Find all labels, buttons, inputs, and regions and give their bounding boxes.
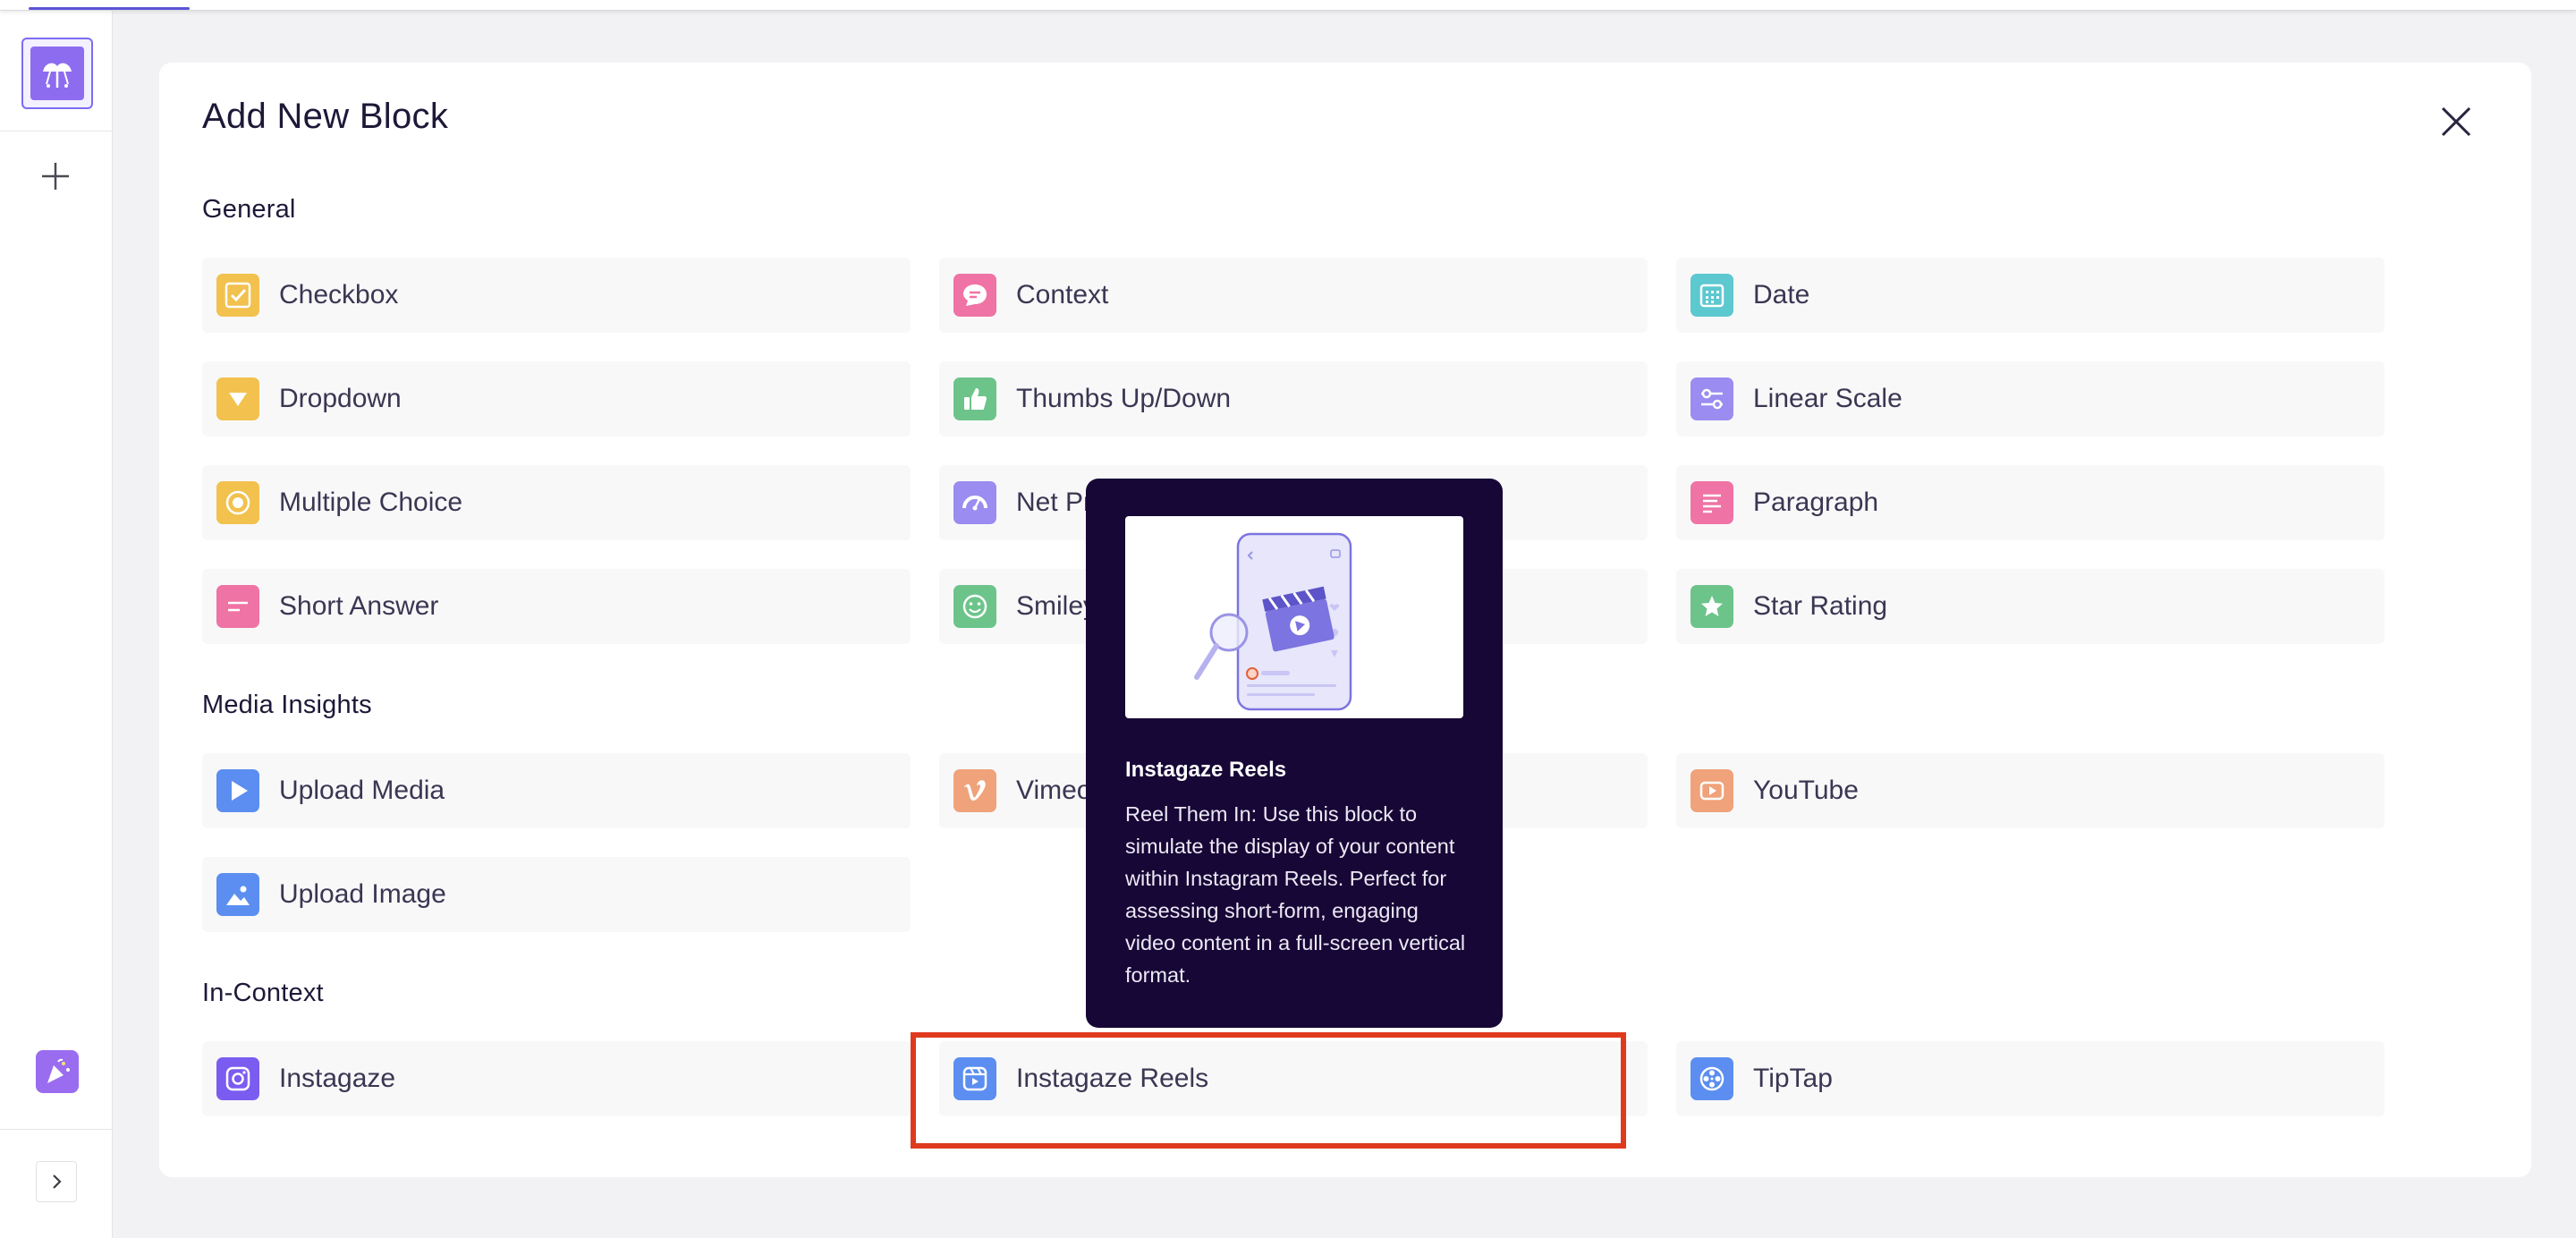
block-upload-image[interactable]: Upload Image bbox=[202, 857, 911, 932]
short-lines-icon bbox=[216, 585, 259, 628]
section-title-general: General bbox=[202, 195, 296, 224]
block-paragraph[interactable]: Paragraph bbox=[1676, 465, 2385, 540]
gauge-icon bbox=[953, 481, 996, 524]
block-checkbox[interactable]: Checkbox bbox=[202, 258, 911, 333]
block-label: Date bbox=[1753, 280, 1810, 310]
add-page-button[interactable] bbox=[34, 155, 77, 198]
plus-icon bbox=[42, 163, 69, 190]
block-date[interactable]: Date bbox=[1676, 258, 2385, 333]
phone-reels-illustration bbox=[1125, 516, 1463, 718]
play-icon bbox=[216, 769, 259, 812]
calendar-icon bbox=[1690, 274, 1733, 317]
star-icon bbox=[1690, 585, 1733, 628]
sliders-icon bbox=[1690, 377, 1733, 420]
chevron-right-icon bbox=[53, 1174, 62, 1189]
top-bar bbox=[0, 0, 2576, 11]
block-label: Upload Image bbox=[279, 879, 446, 909]
party-popper-button[interactable] bbox=[36, 1050, 79, 1093]
block-dropdown[interactable]: Dropdown bbox=[202, 361, 911, 437]
block-tooltip: Instagaze Reels Reel Them In: Use this b… bbox=[1086, 479, 1503, 1028]
block-label: Multiple Choice bbox=[279, 488, 463, 517]
block-label: Dropdown bbox=[279, 384, 402, 413]
block-short-answer[interactable]: Short Answer bbox=[202, 569, 911, 644]
block-label: Linear Scale bbox=[1753, 384, 1902, 413]
block-label: Instagaze bbox=[279, 1064, 396, 1093]
youtube-icon bbox=[1690, 769, 1733, 812]
checkbox-icon bbox=[216, 274, 259, 317]
block-star-rating[interactable]: Star Rating bbox=[1676, 569, 2385, 644]
block-label: Instagaze Reels bbox=[1016, 1064, 1209, 1093]
section-title-media-insights: Media Insights bbox=[202, 691, 372, 719]
vimeo-icon bbox=[953, 769, 996, 812]
block-tiptap[interactable]: TipTap bbox=[1676, 1041, 2385, 1116]
film-reel-icon bbox=[1690, 1057, 1733, 1100]
block-label: Checkbox bbox=[279, 280, 399, 310]
instagram-icon bbox=[216, 1057, 259, 1100]
block-label: TipTap bbox=[1753, 1064, 1833, 1093]
block-upload-media[interactable]: Upload Media bbox=[202, 753, 911, 828]
block-label: Vimeo bbox=[1016, 776, 1092, 805]
block-thumbs-up-down[interactable]: Thumbs Up/Down bbox=[939, 361, 1648, 437]
radio-icon bbox=[216, 481, 259, 524]
app-logo-button[interactable] bbox=[21, 38, 93, 109]
block-label: Thumbs Up/Down bbox=[1016, 384, 1232, 413]
block-instagaze[interactable]: Instagaze bbox=[202, 1041, 911, 1116]
block-label: Net Pr bbox=[1016, 488, 1093, 517]
block-context[interactable]: Context bbox=[939, 258, 1648, 333]
block-label: Short Answer bbox=[279, 591, 439, 621]
reels-icon bbox=[953, 1057, 996, 1100]
smiley-icon bbox=[953, 585, 996, 628]
block-label: Context bbox=[1016, 280, 1109, 310]
dropdown-triangle-icon bbox=[216, 377, 259, 420]
app-logo-icon bbox=[30, 47, 84, 100]
block-label: Smiley bbox=[1016, 591, 1097, 621]
thumbs-up-icon bbox=[953, 377, 996, 420]
section-title-in-context: In-Context bbox=[202, 979, 324, 1007]
party-popper-icon bbox=[47, 1058, 70, 1083]
active-tab-indicator bbox=[29, 7, 190, 10]
block-label: Upload Media bbox=[279, 776, 445, 805]
chat-bubble-icon bbox=[953, 274, 996, 317]
expand-sidebar-button[interactable] bbox=[36, 1161, 77, 1202]
block-youtube[interactable]: YouTube bbox=[1676, 753, 2385, 828]
block-instagaze-reels[interactable]: Instagaze Reels bbox=[939, 1041, 1648, 1116]
rail-divider bbox=[0, 1129, 113, 1130]
block-label: YouTube bbox=[1753, 776, 1859, 805]
close-button[interactable] bbox=[2431, 97, 2481, 147]
block-multiple-choice[interactable]: Multiple Choice bbox=[202, 465, 911, 540]
image-icon bbox=[216, 873, 259, 916]
left-rail bbox=[0, 0, 113, 1238]
tooltip-title: Instagaze Reels bbox=[1125, 758, 1287, 782]
paragraph-lines-icon bbox=[1690, 481, 1733, 524]
block-linear-scale[interactable]: Linear Scale bbox=[1676, 361, 2385, 437]
block-label: Star Rating bbox=[1753, 591, 1888, 621]
close-icon bbox=[2441, 106, 2471, 137]
modal-title: Add New Block bbox=[202, 97, 449, 136]
tooltip-description: Reel Them In: Use this block to simulate… bbox=[1125, 802, 1466, 987]
block-label: Paragraph bbox=[1753, 488, 1879, 517]
